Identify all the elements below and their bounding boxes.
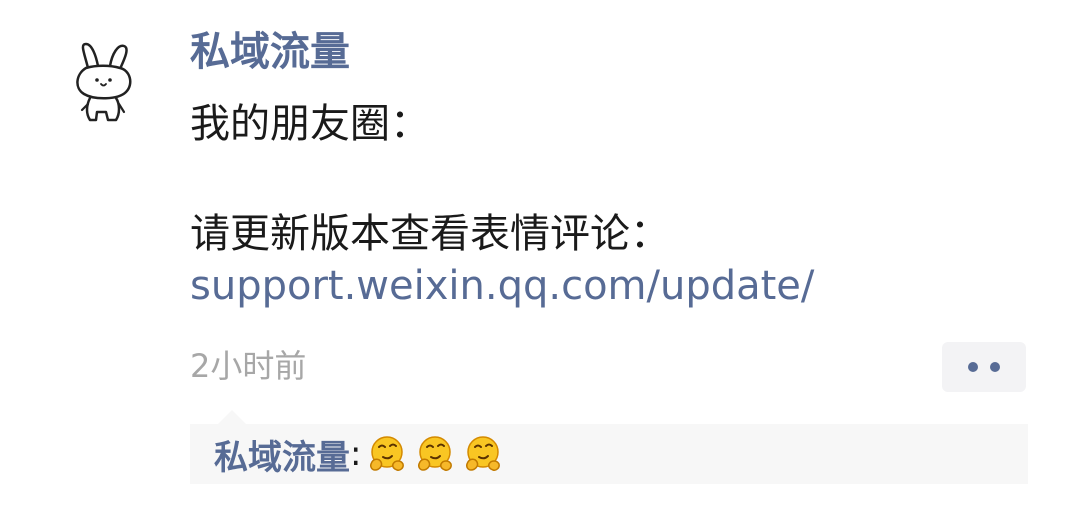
- post-content-line-2: 请更新版本查看表情评论：: [190, 211, 670, 257]
- comment-separator: :: [350, 434, 362, 474]
- comment-pointer-arrow: [218, 410, 246, 424]
- more-actions-button[interactable]: [942, 342, 1026, 392]
- post-content-line-1: 我的朋友圈：: [190, 101, 430, 147]
- avatar[interactable]: [66, 38, 146, 128]
- post-author-name[interactable]: 私域流量: [190, 24, 350, 80]
- more-dots-icon: [968, 362, 978, 372]
- more-dots-icon: [990, 362, 1000, 372]
- thinking-hug-emoji: [466, 436, 501, 471]
- thinking-hug-emoji: [370, 436, 405, 471]
- comment-author-name[interactable]: 私域流量: [214, 430, 350, 479]
- bunny-avatar-icon: [76, 42, 132, 122]
- moments-post: 私域流量 我的朋友圈： 请更新版本查看表情评论： support.weixin.…: [0, 0, 1080, 512]
- comment-row[interactable]: 私域流量 :: [214, 430, 511, 478]
- post-timestamp: 2小时前: [190, 347, 307, 385]
- thinking-hug-emoji: [418, 436, 453, 471]
- update-link[interactable]: support.weixin.qq.com/update/: [190, 258, 814, 314]
- comment-section: 私域流量 :: [190, 424, 1028, 484]
